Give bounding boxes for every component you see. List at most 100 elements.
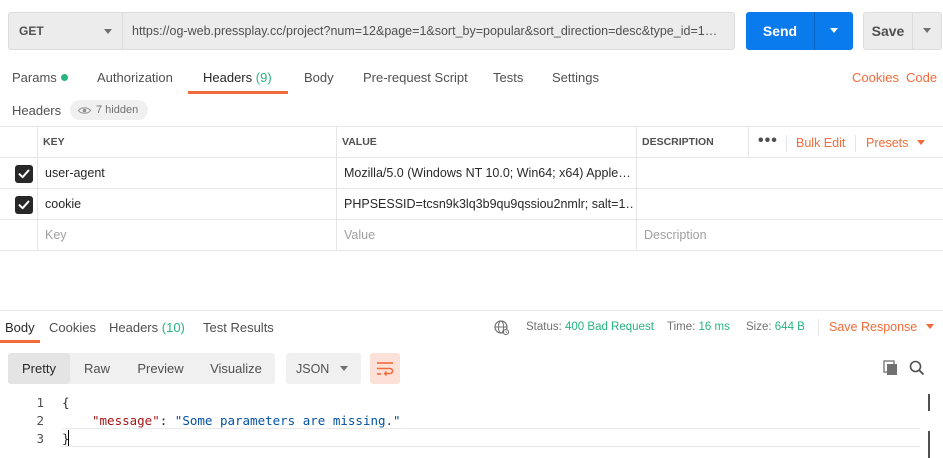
divider xyxy=(786,135,787,152)
send-options-toggle[interactable] xyxy=(814,12,853,50)
response-status: Status: 400 Bad Request xyxy=(526,321,654,333)
mode-visualize[interactable]: Visualize xyxy=(197,353,275,384)
new-description-input[interactable]: Description xyxy=(638,220,938,250)
json-key: "message" xyxy=(92,413,160,428)
response-body-editor[interactable]: 1 2 3 { "message": "Some parameters are … xyxy=(0,392,943,458)
tab-headers-count: (9) xyxy=(255,70,272,85)
header-key-cell[interactable]: user-agent xyxy=(39,158,335,188)
wrap-lines-button[interactable] xyxy=(370,353,400,384)
header-key-cell[interactable]: cookie xyxy=(39,189,335,219)
tab-headers[interactable]: Headers (9) xyxy=(203,70,272,85)
active-tab-indicator xyxy=(0,340,40,343)
body-view-modes: Pretty Raw Preview Visualize xyxy=(8,353,275,384)
tab-params-label: Params xyxy=(12,70,57,85)
save-response-label: Save Response xyxy=(829,320,918,334)
chevron-down-icon xyxy=(340,366,348,371)
divider xyxy=(37,126,38,250)
divider xyxy=(855,135,856,152)
cookies-link[interactable]: Cookies xyxy=(852,70,899,85)
chevron-down-icon xyxy=(104,29,112,34)
presets-label: Presets xyxy=(866,136,909,150)
new-key-input[interactable]: Key xyxy=(39,220,335,250)
table-row: user-agent Mozilla/5.0 (Windows NT 10.0;… xyxy=(0,158,943,189)
column-header-key: KEY xyxy=(43,136,65,148)
row-enabled-checkbox[interactable] xyxy=(15,165,33,183)
status-value[interactable]: 400 Bad Request xyxy=(565,321,654,333)
new-value-input[interactable]: Value xyxy=(338,220,634,250)
response-time: Time: 16 ms xyxy=(667,321,730,333)
tab-params[interactable]: Params xyxy=(12,70,68,85)
send-button[interactable]: Send xyxy=(746,12,853,50)
time-value[interactable]: 16 ms xyxy=(699,321,730,333)
line-number: 2 xyxy=(36,413,44,428)
chevron-down-icon xyxy=(926,324,935,329)
header-description-cell[interactable] xyxy=(638,158,938,188)
response-size: Size: 644 B xyxy=(746,321,805,333)
response-tab-headers[interactable]: Headers (10) xyxy=(109,320,185,335)
bulk-edit-button[interactable]: Bulk Edit xyxy=(796,136,845,150)
current-line-highlight xyxy=(62,428,920,447)
text-cursor xyxy=(68,430,69,446)
method-select[interactable]: GET xyxy=(8,12,123,50)
response-tabs: Body Cookies Headers (10) Test Results S… xyxy=(0,311,943,343)
params-indicator xyxy=(60,74,68,81)
scrollbar[interactable] xyxy=(928,394,930,411)
save-response-button[interactable]: Save Response xyxy=(829,320,935,334)
table-row: cookie PHPSESSID=tcsn9k3lq3b9qu9qssiou2n… xyxy=(0,189,943,220)
hidden-headers-label: 7 hidden xyxy=(96,104,139,116)
header-value-cell[interactable]: PHPSESSID=tcsn9k3lq3b9qu9qssiou2nmlr; sa… xyxy=(338,189,634,219)
tab-tests[interactable]: Tests xyxy=(493,70,523,85)
request-bar: GET https://og-web.pressplay.cc/project?… xyxy=(8,12,942,50)
header-description-cell[interactable] xyxy=(638,189,938,219)
column-header-value: VALUE xyxy=(342,136,377,148)
tab-headers-label: Headers xyxy=(203,70,253,85)
url-input[interactable]: https://og-web.pressplay.cc/project?num=… xyxy=(123,12,735,50)
format-select[interactable]: JSON xyxy=(286,353,361,384)
globe-icon[interactable] xyxy=(494,320,510,336)
header-value-cell[interactable]: Mozilla/5.0 (Windows NT 10.0; Win64; x64… xyxy=(338,158,634,188)
json-value: "Some parameters are missing." xyxy=(174,413,401,428)
search-icon[interactable] xyxy=(909,360,925,376)
method-label: GET xyxy=(19,24,44,38)
column-header-description: DESCRIPTION xyxy=(642,136,714,148)
mode-raw[interactable]: Raw xyxy=(70,353,124,384)
size-value[interactable]: 644 B xyxy=(775,321,805,333)
table-header-row: KEY VALUE DESCRIPTION ••• Bulk Edit Pres… xyxy=(0,126,943,158)
time-label: Time: xyxy=(667,321,696,333)
active-tab-indicator xyxy=(188,91,288,94)
row-enabled-checkbox[interactable] xyxy=(15,196,33,214)
table-row-new: Key Value Description xyxy=(0,220,943,251)
response-tab-cookies[interactable]: Cookies xyxy=(49,320,96,335)
code-line: "message": "Some parameters are missing.… xyxy=(92,413,401,428)
code-line: { xyxy=(62,395,70,410)
presets-dropdown[interactable]: Presets xyxy=(866,136,926,150)
hidden-headers-toggle[interactable]: 7 hidden xyxy=(70,100,149,120)
save-label: Save xyxy=(871,23,905,39)
request-tabs: Params Authorization Headers (9) Body Pr… xyxy=(0,62,943,94)
wrap-icon xyxy=(377,362,394,376)
mode-pretty[interactable]: Pretty xyxy=(8,353,70,384)
scrollbar[interactable] xyxy=(928,431,930,458)
divider xyxy=(336,126,337,250)
response-tab-headers-count: (10) xyxy=(161,320,185,335)
eye-icon xyxy=(78,106,91,114)
divider xyxy=(636,126,637,250)
headers-section-title: Headers xyxy=(12,103,62,118)
tab-settings[interactable]: Settings xyxy=(552,70,599,85)
copy-icon[interactable] xyxy=(883,360,899,376)
send-label: Send xyxy=(762,23,798,39)
format-label: JSON xyxy=(296,361,330,376)
response-tab-body[interactable]: Body xyxy=(5,320,35,335)
response-tab-test-results[interactable]: Test Results xyxy=(203,320,274,335)
tab-authorization[interactable]: Authorization xyxy=(97,70,173,85)
save-options-toggle[interactable] xyxy=(912,13,941,49)
more-options-icon[interactable]: ••• xyxy=(758,132,778,150)
code-link[interactable]: Code xyxy=(906,70,937,85)
mode-preview[interactable]: Preview xyxy=(124,353,197,384)
chevron-down-icon xyxy=(830,28,838,33)
tab-prerequest-script[interactable]: Pre-request Script xyxy=(363,70,468,85)
line-number: 3 xyxy=(36,431,44,446)
status-label: Status: xyxy=(526,321,562,333)
tab-body[interactable]: Body xyxy=(304,70,334,85)
save-button[interactable]: Save xyxy=(863,12,942,50)
